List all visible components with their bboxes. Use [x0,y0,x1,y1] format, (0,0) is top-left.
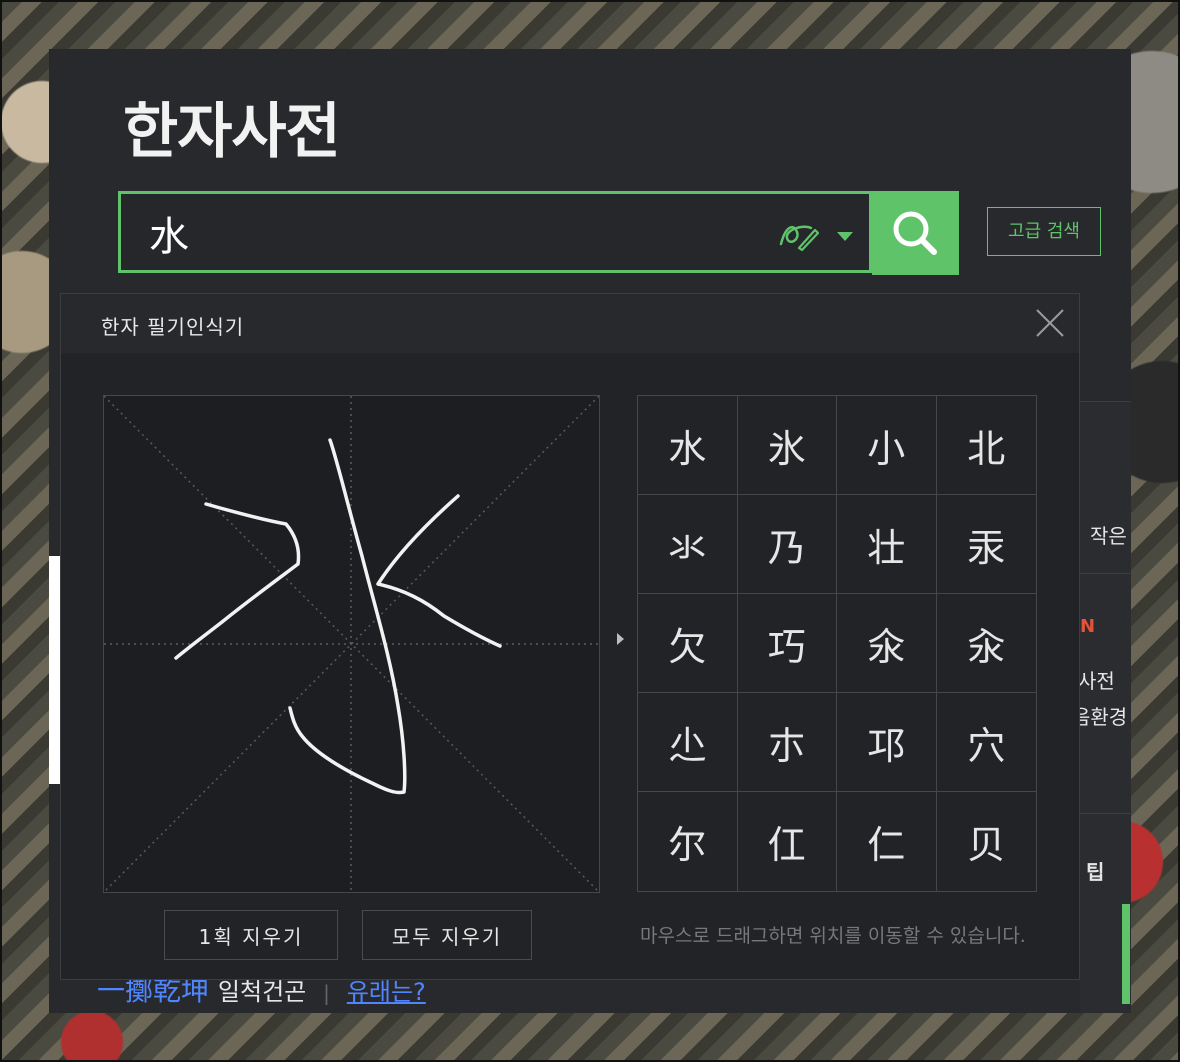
search-button[interactable] [872,191,959,275]
idiom-reading: 일척건곤 [217,978,307,1006]
close-button[interactable] [1033,306,1067,340]
triangle-right-icon [617,633,624,645]
right-text-tip: 팁 [1086,860,1105,884]
divider [1080,573,1131,574]
divider [1080,813,1131,814]
candidate-cell[interactable]: 巧 [737,594,837,693]
close-icon [1033,309,1067,343]
popup-title: 한자 필기인식기 [101,315,245,339]
candidate-cell[interactable]: 壮 [837,495,937,594]
candidate-cell[interactable]: 汆 [936,594,1036,693]
undo-stroke-button[interactable]: 1획 지우기 [164,910,338,960]
divider [1080,401,1131,402]
popup-header[interactable]: 한자 필기인식기 [61,294,1079,353]
candidate-cell[interactable]: 水 [638,396,738,495]
clear-all-button[interactable]: 모두 지우기 [362,910,532,960]
left-white-block [49,556,60,784]
candidate-cell[interactable]: 小 [837,396,937,495]
candidate-cell[interactable]: 仁 [837,792,937,891]
candidate-cell[interactable]: 邛 [837,693,937,792]
candidate-cell[interactable]: 欠 [638,594,738,693]
search-box [118,191,872,273]
search-input[interactable] [147,202,751,264]
ink-strokes [174,438,502,795]
candidate-cell[interactable]: 仜 [738,792,837,891]
candidate-cell[interactable]: 北 [936,396,1036,495]
right-text-small: 작은 [1090,524,1127,548]
candidate-cell[interactable]: 尔 [638,792,738,891]
page-title: 한자사전 [123,97,341,167]
candidate-cell[interactable]: 贝 [937,792,1037,891]
candidate-cell[interactable]: 尐 [638,693,738,792]
advanced-search-button[interactable]: 고급 검색 [987,207,1101,256]
handwriting-canvas[interactable] [103,395,600,893]
candidate-cell[interactable]: 汞 [936,495,1036,594]
right-badge-n: N [1080,616,1096,637]
candidate-cell[interactable]: 穴 [936,693,1036,792]
candidate-cell[interactable]: 氷 [737,396,837,495]
pen-icon[interactable] [777,218,820,252]
handwriting-popup[interactable]: 한자 필기인식기 水氷小北氺乃壮汞欠 巧 氽 汆 尐 朩 邛 穴 尔 仜 仁 贝… [60,293,1080,980]
candidate-cell[interactable]: 乃 [737,495,837,594]
candidate-cell[interactable]: 氺 [638,495,738,594]
separator: | [323,981,330,1005]
drag-hint: 마우스로 드래그하면 위치를 이동할 수 있습니다. [640,925,1026,947]
green-bar [1122,904,1130,1004]
right-text-dictionary: 사전 [1078,669,1115,693]
candidate-grid: 水氷小北氺乃壮汞欠巧氽汆尐朩邛穴尔仜仁贝 [637,395,1037,892]
idiom-origin-link[interactable]: 유래는? [347,978,426,1006]
candidate-cell[interactable]: 朩 [737,693,837,792]
caret-down-icon[interactable] [837,232,853,241]
candidate-cell[interactable]: 氽 [837,594,937,693]
right-text-environment: 음환경 [1072,705,1128,729]
